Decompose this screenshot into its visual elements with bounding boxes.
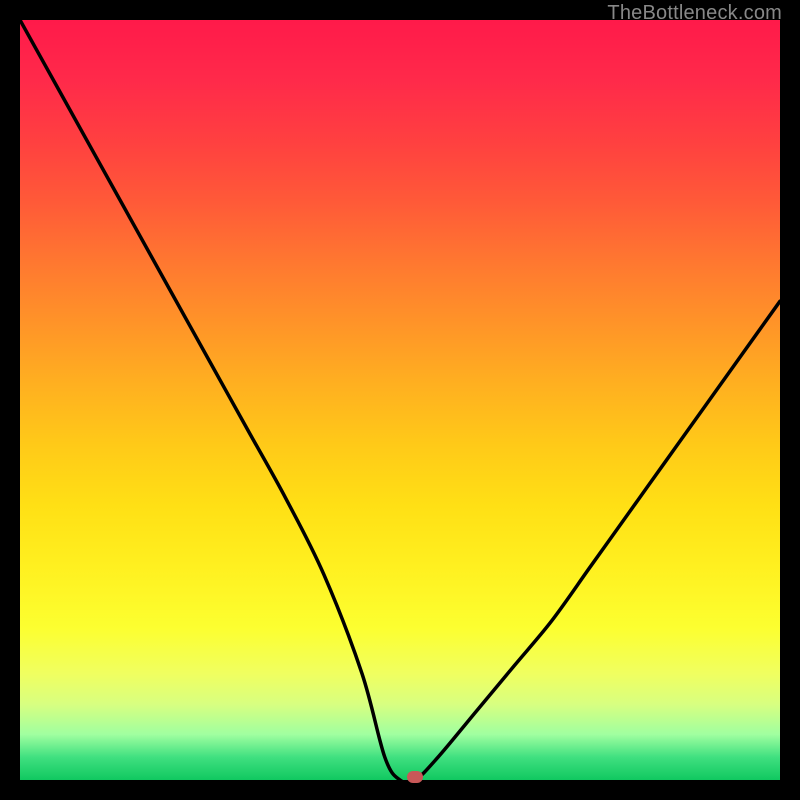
optimal-point-marker — [407, 771, 423, 783]
chart-container: TheBottleneck.com — [0, 0, 800, 800]
watermark-text: TheBottleneck.com — [607, 2, 782, 25]
bottleneck-curve — [20, 20, 780, 780]
